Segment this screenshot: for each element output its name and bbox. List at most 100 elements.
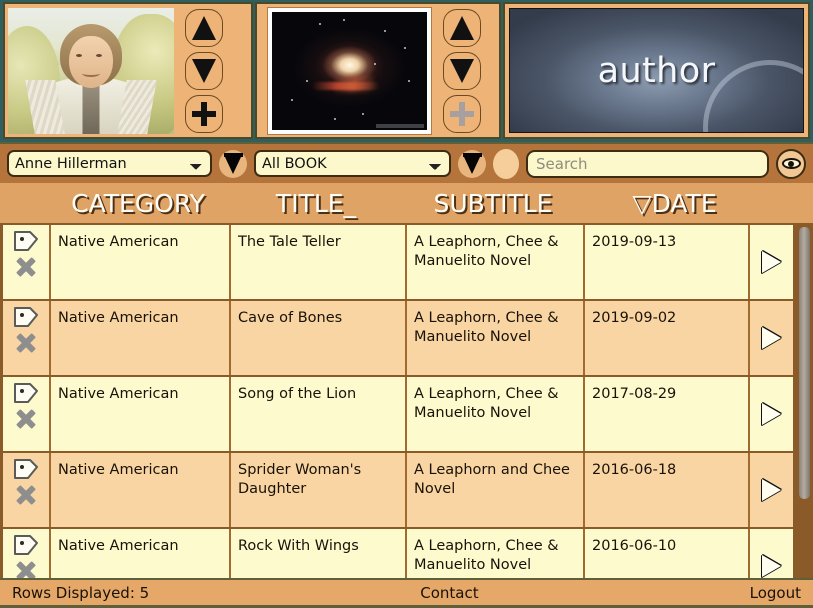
funnel-icon (223, 153, 243, 174)
column-header-date[interactable]: ▽DATE (582, 189, 813, 218)
row-open-button[interactable] (750, 225, 793, 299)
portrait-face (69, 35, 113, 88)
cell-category: Native American (51, 529, 231, 578)
book-add-button[interactable] (443, 94, 481, 133)
author-title-plate[interactable]: author (509, 8, 804, 133)
cell-date: 2016-06-10 (585, 529, 750, 578)
cell-title: Rock With Wings (231, 529, 407, 578)
cell-title: Sprider Woman's Daughter (231, 453, 407, 527)
cell-subtitle: A Leaphorn and Chee Novel (407, 453, 585, 527)
plus-icon (192, 101, 216, 126)
play-triangle-icon (762, 555, 781, 577)
star-speck (361, 112, 364, 115)
delete-icon[interactable] (13, 331, 39, 355)
cell-title: The Tale Teller (231, 225, 407, 299)
delete-icon[interactable] (13, 407, 39, 431)
delete-icon[interactable] (13, 483, 39, 507)
funnel-icon (462, 153, 482, 174)
author-portrait-photo[interactable] (8, 7, 174, 134)
scrollbar-thumb[interactable] (799, 227, 810, 500)
author-title-label: author (597, 50, 716, 91)
row-open-button[interactable] (750, 377, 793, 451)
book-nav-down-button[interactable] (443, 51, 481, 90)
book-filter-button[interactable] (458, 149, 486, 178)
book-cover-galaxy-photo[interactable] (267, 6, 432, 135)
delete-icon[interactable] (13, 255, 39, 279)
book-media-panel (255, 2, 501, 139)
book-nav-up-button[interactable] (443, 8, 481, 47)
triangle-up-icon (450, 15, 474, 40)
row-open-button[interactable] (750, 453, 793, 527)
status-oval[interactable] (493, 148, 519, 179)
logout-link[interactable]: Logout (750, 584, 801, 602)
star-speck (290, 98, 293, 101)
cell-date: 2019-09-13 (585, 225, 750, 299)
star-speck (408, 79, 411, 82)
table-row[interactable]: Native American The Tale Teller A Leaphorn… (3, 225, 793, 301)
column-header-category[interactable]: CATEGORY (48, 189, 228, 218)
rows-displayed-label: Rows Displayed: 5 (12, 583, 150, 602)
row-actions (3, 453, 51, 527)
cell-title: Cave of Bones (231, 301, 407, 375)
star-speck (383, 30, 386, 33)
tag-icon[interactable] (13, 382, 39, 404)
table-row[interactable]: Native American Rock With Wings A Leaphorn… (3, 529, 793, 578)
table-body: Native American The Tale Teller A Leaphorn… (0, 225, 796, 578)
author-filter-button[interactable] (219, 149, 247, 178)
row-actions (3, 225, 51, 299)
cell-category: Native American (51, 377, 231, 451)
author-nav-up-button[interactable] (185, 8, 223, 47)
triangle-down-icon (192, 58, 216, 83)
eye-pupil (788, 160, 794, 167)
portrait-eye-left (76, 53, 82, 57)
portrait-smile (82, 70, 100, 77)
portrait-scarf (82, 81, 100, 134)
table-row[interactable]: Native American Sprider Woman's Daughter A… (3, 453, 793, 529)
star-speck (334, 117, 336, 120)
row-open-button[interactable] (750, 529, 793, 578)
table-column-header: CATEGORY TITLE_ SUBTITLE ▽DATE (0, 183, 813, 225)
tag-icon[interactable] (13, 458, 39, 480)
play-triangle-icon (762, 403, 781, 425)
column-header-subtitle[interactable]: SUBTITLE (404, 189, 582, 218)
media-strip: author (0, 0, 813, 142)
cell-subtitle: A Leaphorn, Chee & Manuelito Novel (407, 529, 585, 578)
tag-icon[interactable] (13, 306, 39, 328)
author-media-panel (3, 2, 253, 139)
book-select[interactable]: All BOOK (254, 150, 451, 177)
author-add-button[interactable] (185, 94, 223, 133)
book-nav-buttons (435, 8, 489, 133)
row-open-button[interactable] (750, 301, 793, 375)
row-actions (3, 529, 51, 578)
row-actions (3, 377, 51, 451)
author-select[interactable]: Anne Hillerman (7, 150, 212, 177)
cell-subtitle: A Leaphorn, Chee & Manuelito Novel (407, 301, 585, 375)
galaxy-dust-lane-secondary (334, 76, 375, 93)
cell-title: Song of the Lion (231, 377, 407, 451)
star-speck (318, 23, 321, 26)
star-speck (343, 18, 346, 21)
table-row[interactable]: Native American Cave of Bones A Leaphorn, … (3, 301, 793, 377)
search-input[interactable] (526, 149, 769, 178)
play-triangle-icon (762, 251, 781, 273)
contact-link[interactable]: Contact (149, 584, 749, 602)
delete-icon[interactable] (13, 559, 39, 578)
star-speck (403, 46, 406, 49)
cell-date: 2016-06-18 (585, 453, 750, 527)
table-row[interactable]: Native American Song of the Lion A Leaphor… (3, 377, 793, 453)
row-actions (3, 301, 51, 375)
triangle-up-icon (192, 15, 216, 40)
table-scrollbar[interactable] (796, 225, 813, 578)
tag-icon[interactable] (13, 534, 39, 556)
cell-category: Native American (51, 225, 231, 299)
author-nav-down-button[interactable] (185, 51, 223, 90)
cell-category: Native American (51, 301, 231, 375)
cell-subtitle: A Leaphorn, Chee & Manuelito Novel (407, 377, 585, 451)
preview-toggle-button[interactable] (776, 148, 806, 179)
plus-icon-disabled (450, 101, 474, 126)
cell-category: Native American (51, 453, 231, 527)
triangle-down-icon (450, 58, 474, 83)
tag-icon[interactable] (13, 230, 39, 252)
records-table: Native American The Tale Teller A Leaphorn… (0, 225, 813, 578)
column-header-title[interactable]: TITLE_ (228, 189, 404, 218)
